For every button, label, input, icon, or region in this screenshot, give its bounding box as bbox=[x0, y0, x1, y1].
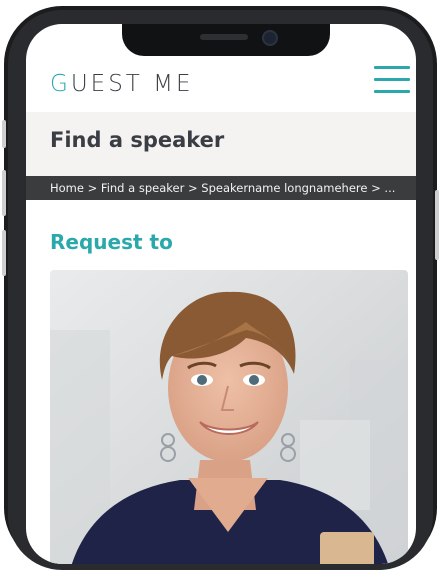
breadcrumb-trail: Home > Find a speaker > Speakername long… bbox=[50, 181, 395, 195]
breadcrumb-separator: > bbox=[187, 181, 198, 195]
speaker-portrait-image bbox=[50, 270, 408, 564]
phone-screen: G UEST ME Find a speaker Home > Find a sp… bbox=[26, 24, 416, 564]
speaker-photo bbox=[50, 270, 408, 564]
menu-line bbox=[374, 66, 410, 69]
logo-letter-g: G bbox=[50, 71, 71, 97]
earpiece-speaker bbox=[200, 34, 248, 40]
phone-mockup: G UEST ME Find a speaker Home > Find a sp… bbox=[0, 0, 441, 570]
volume-down-button bbox=[2, 230, 6, 276]
breadcrumb-home[interactable]: Home bbox=[50, 181, 84, 195]
breadcrumb-separator: > bbox=[371, 181, 381, 195]
guestme-logo[interactable]: G UEST ME bbox=[50, 68, 194, 100]
breadcrumb-separator: > bbox=[87, 181, 98, 195]
power-button bbox=[435, 190, 439, 260]
phone-notch bbox=[122, 24, 330, 56]
breadcrumb-ellipsis: ... bbox=[384, 181, 396, 195]
breadcrumb-find-speaker[interactable]: Find a speaker bbox=[101, 181, 184, 195]
front-camera-icon bbox=[262, 30, 278, 46]
hamburger-menu-icon[interactable] bbox=[374, 66, 410, 98]
silent-switch bbox=[2, 120, 6, 148]
breadcrumb-speaker-name[interactable]: Speakername longnamehere bbox=[201, 181, 367, 195]
site-header: G UEST ME bbox=[26, 60, 416, 112]
breadcrumb: Home > Find a speaker > Speakername long… bbox=[26, 176, 416, 200]
logo-rest: UEST ME bbox=[70, 71, 194, 97]
volume-up-button bbox=[2, 170, 6, 216]
menu-line bbox=[374, 90, 410, 93]
title-band: Find a speaker bbox=[26, 112, 416, 176]
page-title: Find a speaker bbox=[50, 128, 225, 152]
request-to-heading: Request to bbox=[50, 230, 173, 254]
menu-line bbox=[374, 78, 410, 81]
